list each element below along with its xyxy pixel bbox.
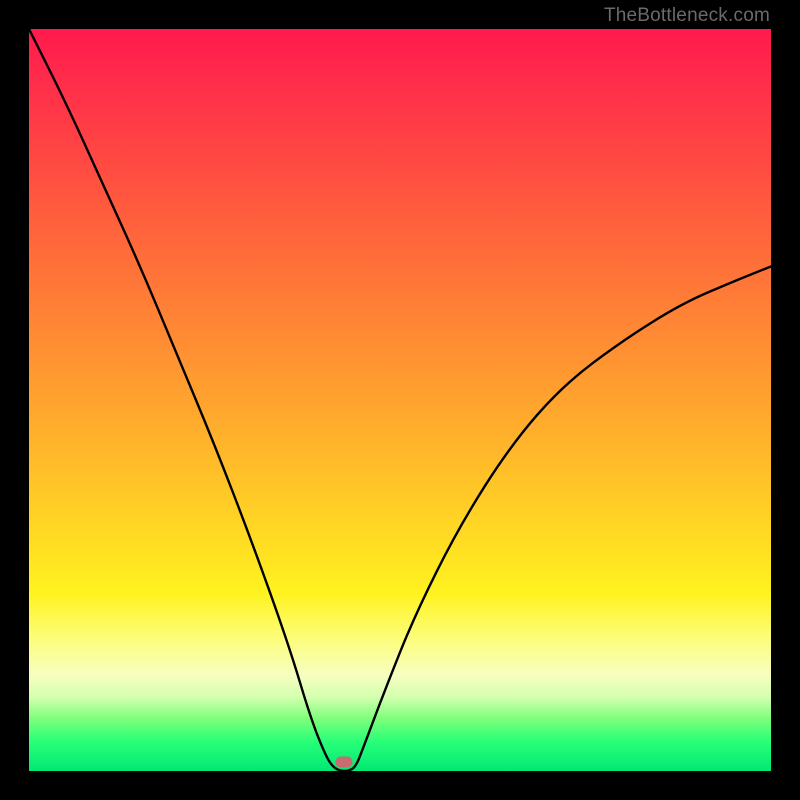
chart-frame: TheBottleneck.com: [0, 0, 800, 800]
bottleneck-curve: [29, 29, 771, 771]
attribution-label: TheBottleneck.com: [604, 5, 770, 27]
plot-area: [29, 29, 771, 771]
optimal-point-marker: [336, 757, 353, 768]
